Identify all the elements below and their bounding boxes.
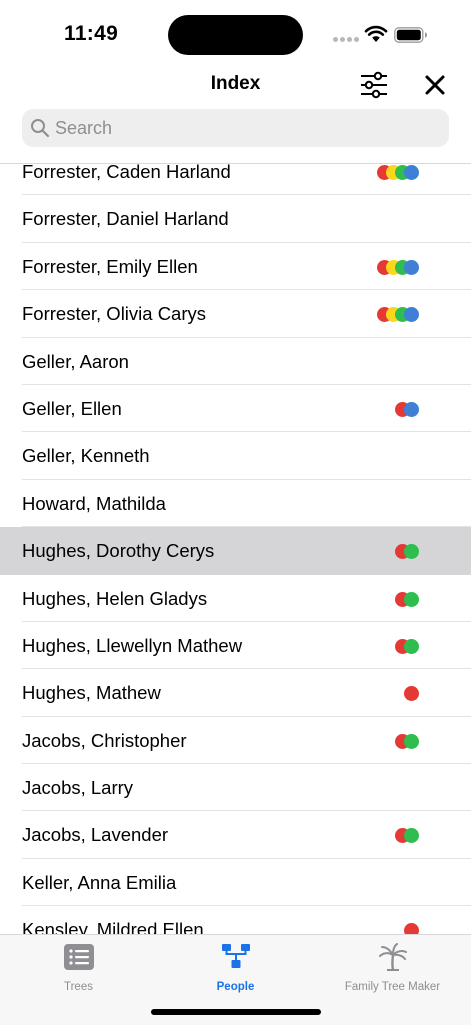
tree-membership-dots [395, 733, 419, 749]
tab-label: People [216, 981, 255, 993]
person-name: Jacobs, Larry [22, 777, 134, 799]
tab-label: Trees [64, 981, 93, 993]
list-item[interactable]: Jacobs, Lavender [0, 811, 471, 859]
green-dot-icon [404, 638, 419, 654]
tree-logo-icon [379, 943, 407, 971]
list-item[interactable]: Keller, Anna Emilia [0, 859, 471, 907]
list-item[interactable]: Forrester, Daniel Harland [0, 195, 471, 243]
status-time: 11:49 [64, 22, 119, 45]
list-item[interactable]: Kensley, Mildred Ellen [0, 906, 471, 936]
person-name: Forrester, Caden Harland [22, 163, 231, 182]
tree-membership-dots [395, 401, 419, 417]
tree-membership-dots [377, 307, 419, 323]
blue-dot-icon [404, 401, 419, 417]
search-bar [22, 109, 449, 147]
person-name: Forrester, Emily Ellen [22, 255, 198, 277]
list-item[interactable]: Hughes, Llewellyn Mathew [0, 622, 471, 670]
page-title: Index [210, 73, 261, 94]
list-item[interactable]: Geller, Aaron [0, 338, 471, 385]
search-input[interactable] [54, 109, 435, 147]
list-item[interactable]: Jacobs, Christopher [0, 717, 471, 765]
green-dot-icon [404, 544, 419, 560]
list-item[interactable]: Hughes, Dorothy Cerys [0, 527, 471, 575]
filter-sliders-icon[interactable] [358, 70, 390, 100]
dynamic-island [168, 15, 303, 55]
list-item[interactable]: Jacobs, Larry [0, 764, 471, 812]
cellular-signal-icon [333, 37, 359, 43]
tab-trees[interactable]: Trees [0, 943, 157, 995]
person-name: Hughes, Llewellyn Mathew [22, 634, 243, 656]
home-indicator [151, 1009, 321, 1015]
list-item[interactable]: Geller, Ellen [0, 385, 471, 433]
wifi-icon [364, 25, 388, 42]
person-name: Hughes, Mathew [22, 682, 161, 704]
list-item[interactable]: Hughes, Mathew [0, 669, 471, 717]
red-dot-icon [404, 686, 419, 702]
tab-people[interactable]: People [157, 943, 314, 995]
list-item[interactable]: Forrester, Caden Harland [0, 163, 471, 196]
status-bar: 11:49 [0, 0, 471, 66]
tab-label: Family Tree Maker [344, 981, 441, 993]
search-icon [31, 119, 50, 138]
green-dot-icon [404, 828, 419, 844]
green-dot-icon [404, 591, 419, 607]
tree-membership-dots [404, 686, 419, 702]
tree-membership-dots [395, 544, 419, 560]
tree-membership-dots [395, 591, 419, 607]
list-item[interactable]: Howard, Mathilda [0, 480, 471, 528]
person-name: Hughes, Helen Gladys [22, 587, 208, 609]
tree-membership-dots [395, 828, 419, 844]
person-name: Geller, Ellen [22, 397, 122, 419]
person-name: Howard, Mathilda [22, 492, 166, 514]
person-name: Jacobs, Christopher [22, 729, 187, 751]
person-name: Forrester, Olivia Carys [22, 303, 207, 325]
blue-dot-icon [404, 259, 419, 275]
people-tree-icon [222, 944, 250, 968]
tree-membership-dots [377, 259, 419, 275]
people-list-content: Forrester, Caden Harland Forrester, Danie… [0, 163, 471, 936]
person-name: Jacobs, Lavender [22, 824, 169, 846]
person-name: Geller, Aaron [22, 350, 129, 372]
battery-icon [394, 27, 427, 43]
green-dot-icon [404, 733, 419, 749]
tree-membership-dots [377, 165, 419, 180]
navigation-bar: Index [0, 66, 471, 106]
blue-dot-icon [404, 307, 419, 323]
person-name: Hughes, Dorothy Cerys [22, 540, 215, 562]
person-name: Keller, Anna Emilia [22, 871, 177, 893]
person-name: Geller, Kenneth [22, 445, 150, 467]
tree-membership-dots [395, 638, 419, 654]
list-icon [64, 944, 94, 970]
list-item[interactable]: Forrester, Emily Ellen [0, 243, 471, 291]
blue-dot-icon [404, 165, 419, 180]
people-list[interactable]: Forrester, Caden Harland Forrester, Danie… [0, 163, 471, 936]
person-name: Forrester, Daniel Harland [22, 208, 229, 230]
list-item[interactable]: Hughes, Helen Gladys [0, 575, 471, 622]
list-item[interactable]: Forrester, Olivia Carys [0, 290, 471, 338]
list-item[interactable]: Geller, Kenneth [0, 432, 471, 480]
close-icon[interactable] [422, 72, 448, 98]
tab-family-tree-maker[interactable]: Family Tree Maker [314, 943, 471, 995]
